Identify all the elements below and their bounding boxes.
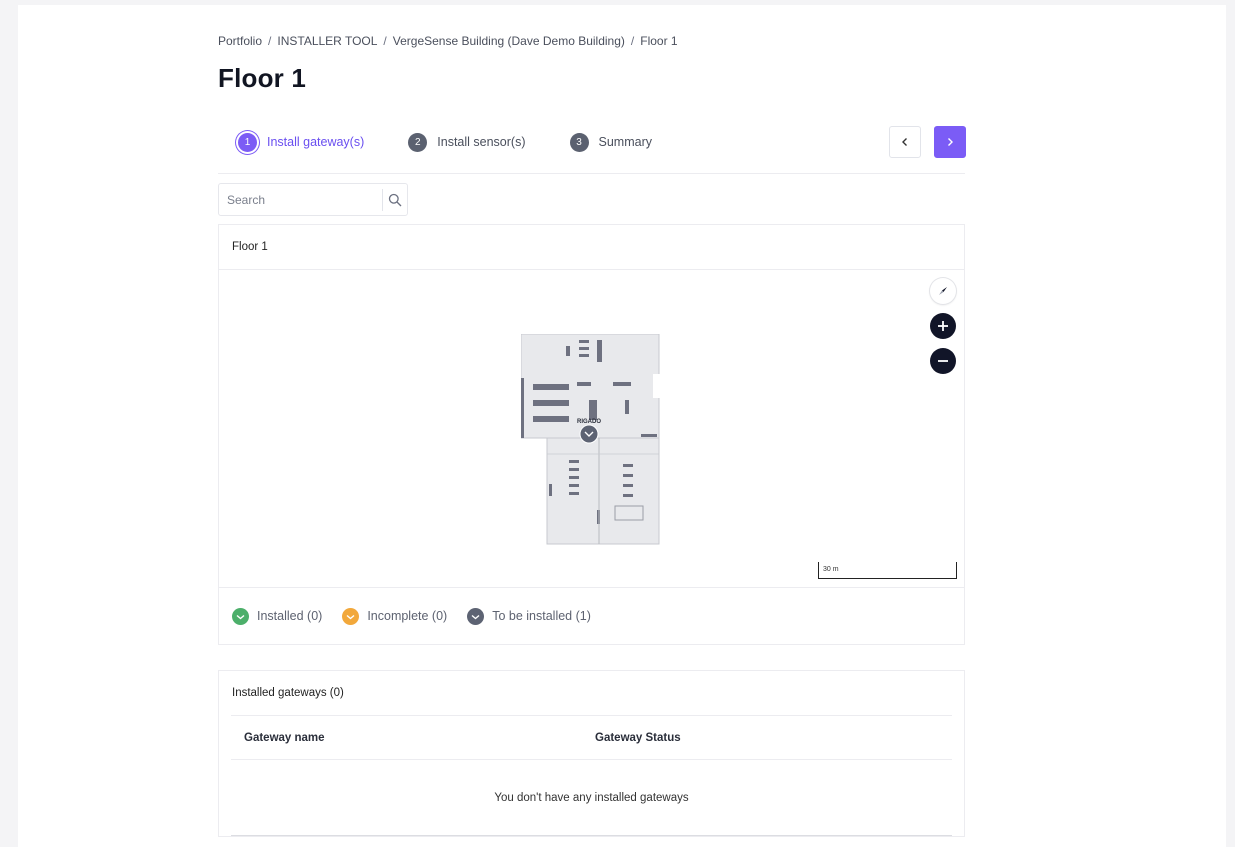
step-number: 1 (238, 132, 257, 152)
next-step-button[interactable] (934, 126, 966, 158)
breadcrumb: Portfolio / INSTALLER TOOL / VergeSense Buil… (218, 34, 678, 48)
search-input[interactable] (219, 184, 382, 215)
column-gateway-name[interactable]: Gateway name (231, 732, 582, 744)
legend-to-be-installed: To be installed (1) (467, 607, 591, 625)
column-gateway-status[interactable]: Gateway Status (582, 732, 681, 744)
gateway-status-legend: Installed (0) Incomplete (0) To be insta… (219, 588, 964, 644)
floor-map-card: Floor 1 RIGADO 30 m Installed (0) Incomp… (218, 224, 965, 645)
install-stepper: 1 Install gateway(s) 2 Install sensor(s)… (238, 129, 696, 155)
page-title: Floor 1 (218, 63, 307, 93)
chevron-left-icon (902, 138, 907, 146)
page-container: Portfolio / INSTALLER TOOL / VergeSense Buil… (18, 5, 1226, 847)
previous-step-button[interactable] (889, 126, 921, 158)
compass-icon (939, 287, 947, 295)
pending-gateway-icon (467, 607, 485, 625)
breadcrumb-separator: / (383, 34, 387, 48)
legend-label: Installed (0) (257, 609, 323, 623)
chevron-right-icon (948, 138, 953, 146)
step-label: Install gateway(s) (267, 135, 365, 149)
legend-installed: Installed (0) (232, 607, 323, 625)
map-scale-bar: 30 m (818, 562, 957, 579)
step-number: 3 (569, 132, 589, 152)
step-navigation (889, 126, 966, 158)
installed-gateways-title: Installed gateways (0) (232, 687, 344, 699)
breadcrumb-separator: / (630, 34, 635, 48)
zoom-out-button[interactable] (930, 348, 956, 374)
breadcrumb-current: Floor 1 (640, 34, 678, 48)
zoom-in-button[interactable] (930, 313, 956, 339)
floor-map[interactable]: RIGADO 30 m (219, 270, 964, 588)
step-number: 2 (408, 132, 428, 152)
table-header: Gateway name Gateway Status (231, 716, 952, 760)
legend-label: To be installed (1) (492, 609, 591, 623)
step-summary[interactable]: 3 Summary (569, 132, 652, 152)
installed-gateways-table: Gateway name Gateway Status You don't ha… (231, 715, 952, 836)
gateway-map-label: RIGADO (577, 419, 601, 425)
step-label: Summary (598, 135, 652, 149)
compass-button[interactable] (930, 278, 956, 304)
legend-label: Incomplete (0) (367, 609, 448, 623)
scale-label: 30 m (823, 566, 839, 573)
floorplan-image: RIGADO (521, 334, 661, 545)
zoom-out-icon (938, 360, 948, 362)
breadcrumb-installer-tool[interactable]: INSTALLER TOOL (277, 34, 377, 48)
installed-gateways-card: Installed gateways (0) Gateway name Gate… (218, 670, 965, 837)
gateway-marker[interactable] (579, 424, 599, 444)
zoom-in-icon (938, 321, 948, 331)
breadcrumb-separator: / (268, 34, 272, 48)
breadcrumb-building[interactable]: VergeSense Building (Dave Demo Building) (393, 34, 625, 48)
breadcrumb-portfolio[interactable]: Portfolio (218, 34, 262, 48)
empty-state-message: You don't have any installed gateways (231, 760, 952, 836)
legend-incomplete: Incomplete (0) (342, 607, 448, 625)
installed-gateway-icon (232, 607, 249, 625)
step-label: Install sensor(s) (437, 135, 526, 149)
divider (218, 173, 965, 174)
search-icon (388, 193, 402, 206)
incomplete-gateway-icon (342, 607, 360, 625)
search-button[interactable] (382, 188, 407, 211)
search-field (218, 183, 408, 216)
step-install-gateways[interactable]: 1 Install gateway(s) (238, 132, 365, 152)
map-card-title: Floor 1 (219, 225, 964, 270)
step-install-sensors[interactable]: 2 Install sensor(s) (408, 132, 526, 152)
